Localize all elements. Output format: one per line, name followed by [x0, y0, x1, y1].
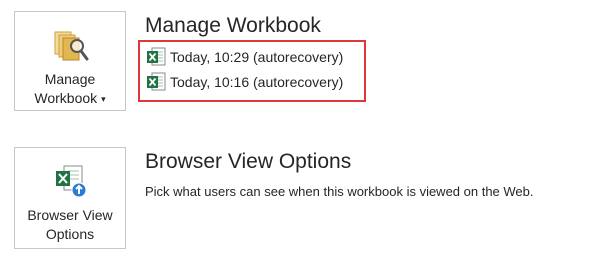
excel-file-icon — [147, 72, 166, 91]
folder-magnifier-icon — [50, 26, 90, 66]
version-label[interactable]: Today, 10:29 (autorecovery) — [170, 49, 343, 65]
version-label[interactable]: Today, 10:16 (autorecovery) — [170, 74, 343, 90]
browser-view-options-description: Pick what users can see when this workbo… — [145, 184, 534, 199]
chevron-down-icon: ▾ — [101, 93, 106, 104]
manage-workbook-label-line2: Workbook ▾ — [34, 89, 105, 109]
manage-workbook-label-line1: Manage — [44, 71, 96, 87]
excel-file-icon — [147, 47, 166, 66]
manage-workbook-label-text: Workbook — [34, 90, 98, 106]
manage-workbook-button[interactable]: Manage Workbook ▾ — [14, 11, 126, 111]
browser-view-options-title: Browser View Options — [145, 150, 352, 173]
version-item[interactable]: Today, 10:16 (autorecovery) — [146, 72, 343, 92]
manage-workbook-title: Manage Workbook — [145, 14, 321, 37]
browser-view-options-button[interactable]: Browser View Options — [14, 147, 126, 249]
browser-view-options-label-line1: Browser View — [27, 207, 113, 223]
version-item[interactable]: Today, 10:29 (autorecovery) — [146, 47, 343, 67]
manage-workbook-label: Manage Workbook ▾ — [34, 70, 105, 109]
browser-view-options-label: Browser View Options — [27, 206, 112, 244]
browser-view-options-label-line2: Options — [45, 226, 95, 242]
excel-browser-view-icon — [50, 162, 90, 202]
